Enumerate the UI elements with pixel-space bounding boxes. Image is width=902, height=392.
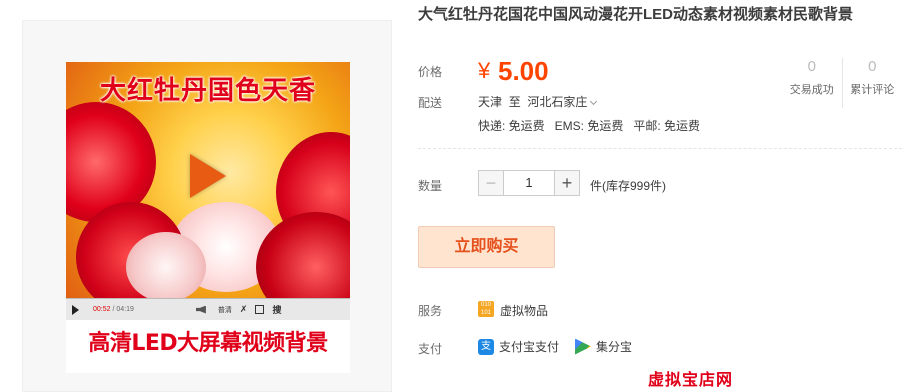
currency-symbol: ¥ — [478, 58, 491, 83]
service-text[interactable]: 虚拟物品 — [500, 302, 548, 319]
increase-button[interactable]: + — [554, 170, 580, 196]
alipay-label[interactable]: 支付宝支付 — [499, 338, 559, 355]
price-label: 价格 — [418, 65, 443, 79]
payment-label: 支付 — [418, 342, 443, 356]
search-button[interactable]: 搜 — [272, 303, 281, 316]
volume-icon[interactable] — [195, 305, 206, 314]
settings-icon[interactable]: ✗ — [240, 304, 248, 315]
shop-link[interactable]: 虚拟宝店网 — [648, 366, 733, 390]
shipping-fees: 快递: 免运费 EMS: 免运费 平邮: 免运费 — [478, 117, 700, 134]
chevron-down-icon — [590, 97, 598, 106]
stock-text: 件(库存999件) — [590, 179, 667, 193]
stat-caption: 累计评论 — [850, 84, 895, 96]
stat-transactions[interactable]: 0 交易成功 — [782, 58, 842, 108]
ship-destination-select[interactable]: 河北石家庄 — [527, 95, 598, 109]
stat-caption: 交易成功 — [789, 84, 834, 96]
virtual-goods-icon: 010 101 — [478, 301, 494, 317]
alipay-icon: 支 — [478, 338, 494, 355]
price-value: 5.00 — [498, 56, 549, 86]
fee-ems: EMS: 免运费 — [554, 119, 624, 133]
sales-stats: 0 交易成功 0 累计评论 — [782, 58, 902, 108]
ship-to-word: 至 — [508, 95, 521, 109]
product-gallery: 大红牡丹国色天香 00:52 / 04:19 普清 ✗ 搜 高清LED大屏幕视频… — [22, 20, 392, 392]
buy-now-button[interactable]: 立即购买 — [418, 226, 555, 268]
ship-from: 天津 — [478, 95, 503, 109]
stat-number: 0 — [807, 58, 816, 75]
fee-post: 平邮: 免运费 — [633, 119, 701, 133]
video-poster[interactable]: 大红牡丹国色天香 — [66, 62, 350, 306]
quality-button[interactable]: 普清 — [218, 305, 232, 315]
player-controls: 00:52 / 04:19 普清 ✗ 搜 — [66, 298, 350, 320]
stat-reviews[interactable]: 0 累计评论 — [841, 58, 902, 108]
video-banner: 高清LED大屏幕视频背景 — [66, 320, 350, 373]
video-player[interactable]: 大红牡丹国色天香 00:52 / 04:19 普清 ✗ 搜 高清LED大屏幕视频… — [66, 62, 350, 373]
jifenbao-label[interactable]: 集分宝 — [596, 338, 632, 355]
fullscreen-icon[interactable] — [255, 305, 265, 314]
stat-number: 0 — [868, 58, 877, 75]
peony-image — [126, 232, 206, 302]
quantity-label: 数量 — [418, 179, 443, 193]
poster-title: 大红牡丹国色天香 — [99, 76, 316, 106]
product-info: 大气红牡丹花国花中国风动漫花开LED动态素材视频素材民歌背景 价格 ¥ 5.00… — [418, 0, 902, 392]
payment-methods: 支 支付宝支付 集分宝 — [478, 338, 632, 355]
time-display: 00:52 / 04:19 — [93, 306, 134, 313]
shipping-label: 配送 — [418, 96, 443, 110]
service-label: 服务 — [418, 304, 443, 318]
quantity-stepper: − 1 + — [478, 170, 580, 196]
jifenbao-icon — [575, 338, 592, 355]
decrease-button[interactable]: − — [478, 170, 504, 196]
divider — [418, 148, 902, 149]
play-pause-icon[interactable] — [72, 304, 79, 315]
shipping-route: 天津 至 河北石家庄 — [478, 93, 598, 110]
product-title: 大气红牡丹花国花中国风动漫花开LED动态素材视频素材民歌背景 — [418, 6, 854, 23]
fee-express: 快递: 免运费 — [478, 119, 545, 133]
play-icon[interactable] — [190, 154, 226, 198]
quantity-input[interactable]: 1 — [504, 170, 554, 196]
